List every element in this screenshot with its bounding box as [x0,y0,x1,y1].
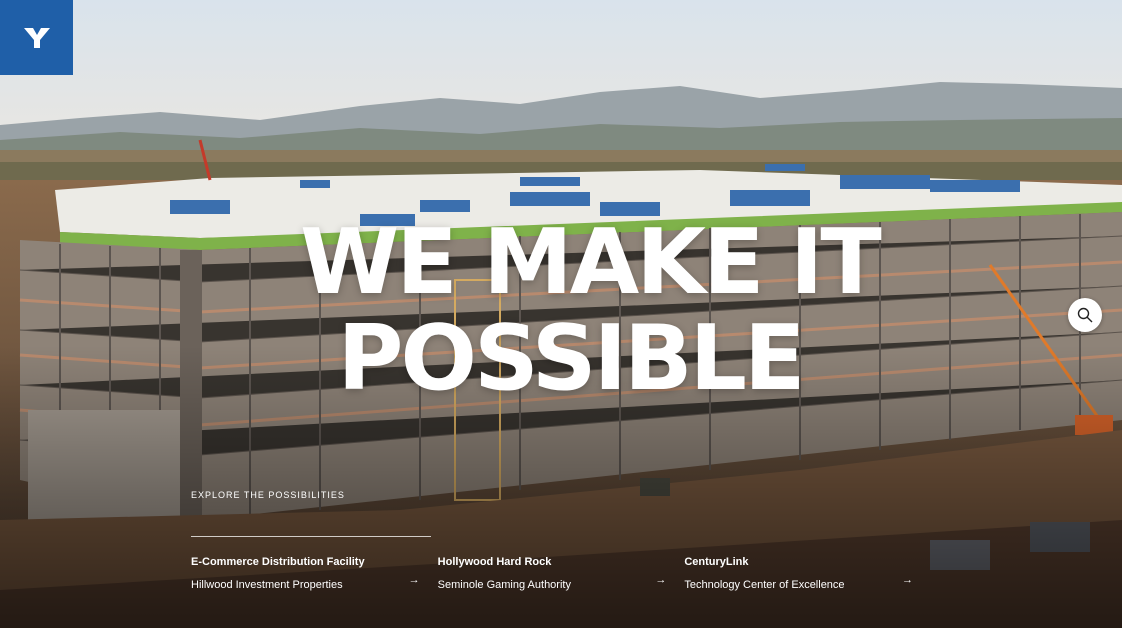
project-title: Hollywood Hard Rock [437,556,552,568]
project-client: Technology Center of Excellence [684,579,845,591]
search-button[interactable] [1068,298,1102,332]
explore-divider [191,536,431,537]
logo-icon [23,27,50,48]
project-client: Seminole Gaming Authority [437,579,571,591]
project-title: E-Commerce Distribution Facility [191,556,365,568]
brand-logo[interactable] [0,0,73,75]
project-client: Hillwood Investment Properties [191,579,343,591]
search-icon [1077,307,1093,323]
arrow-right-icon: → [408,574,420,586]
arrow-right-icon: → [902,574,914,586]
project-list: E-Commerce Distribution Facility Hillwoo… [191,555,931,592]
explore-label: EXPLORE THE POSSIBILITIES [191,490,345,500]
project-title: CenturyLink [684,556,749,568]
project-link-hard-rock[interactable]: Hollywood Hard Rock Seminole Gaming Auth… [438,555,685,592]
project-link-ecommerce[interactable]: E-Commerce Distribution Facility Hillwoo… [191,555,438,592]
headline-line-1: WE MAKE IT [300,210,882,315]
hero-headline: WE MAKE IT POSSIBLE [300,210,882,411]
project-link-centurylink[interactable]: CenturyLink Technology Center of Excelle… [684,555,931,592]
arrow-right-icon: → [655,574,667,586]
headline-line-2: POSSIBLE [337,306,806,411]
